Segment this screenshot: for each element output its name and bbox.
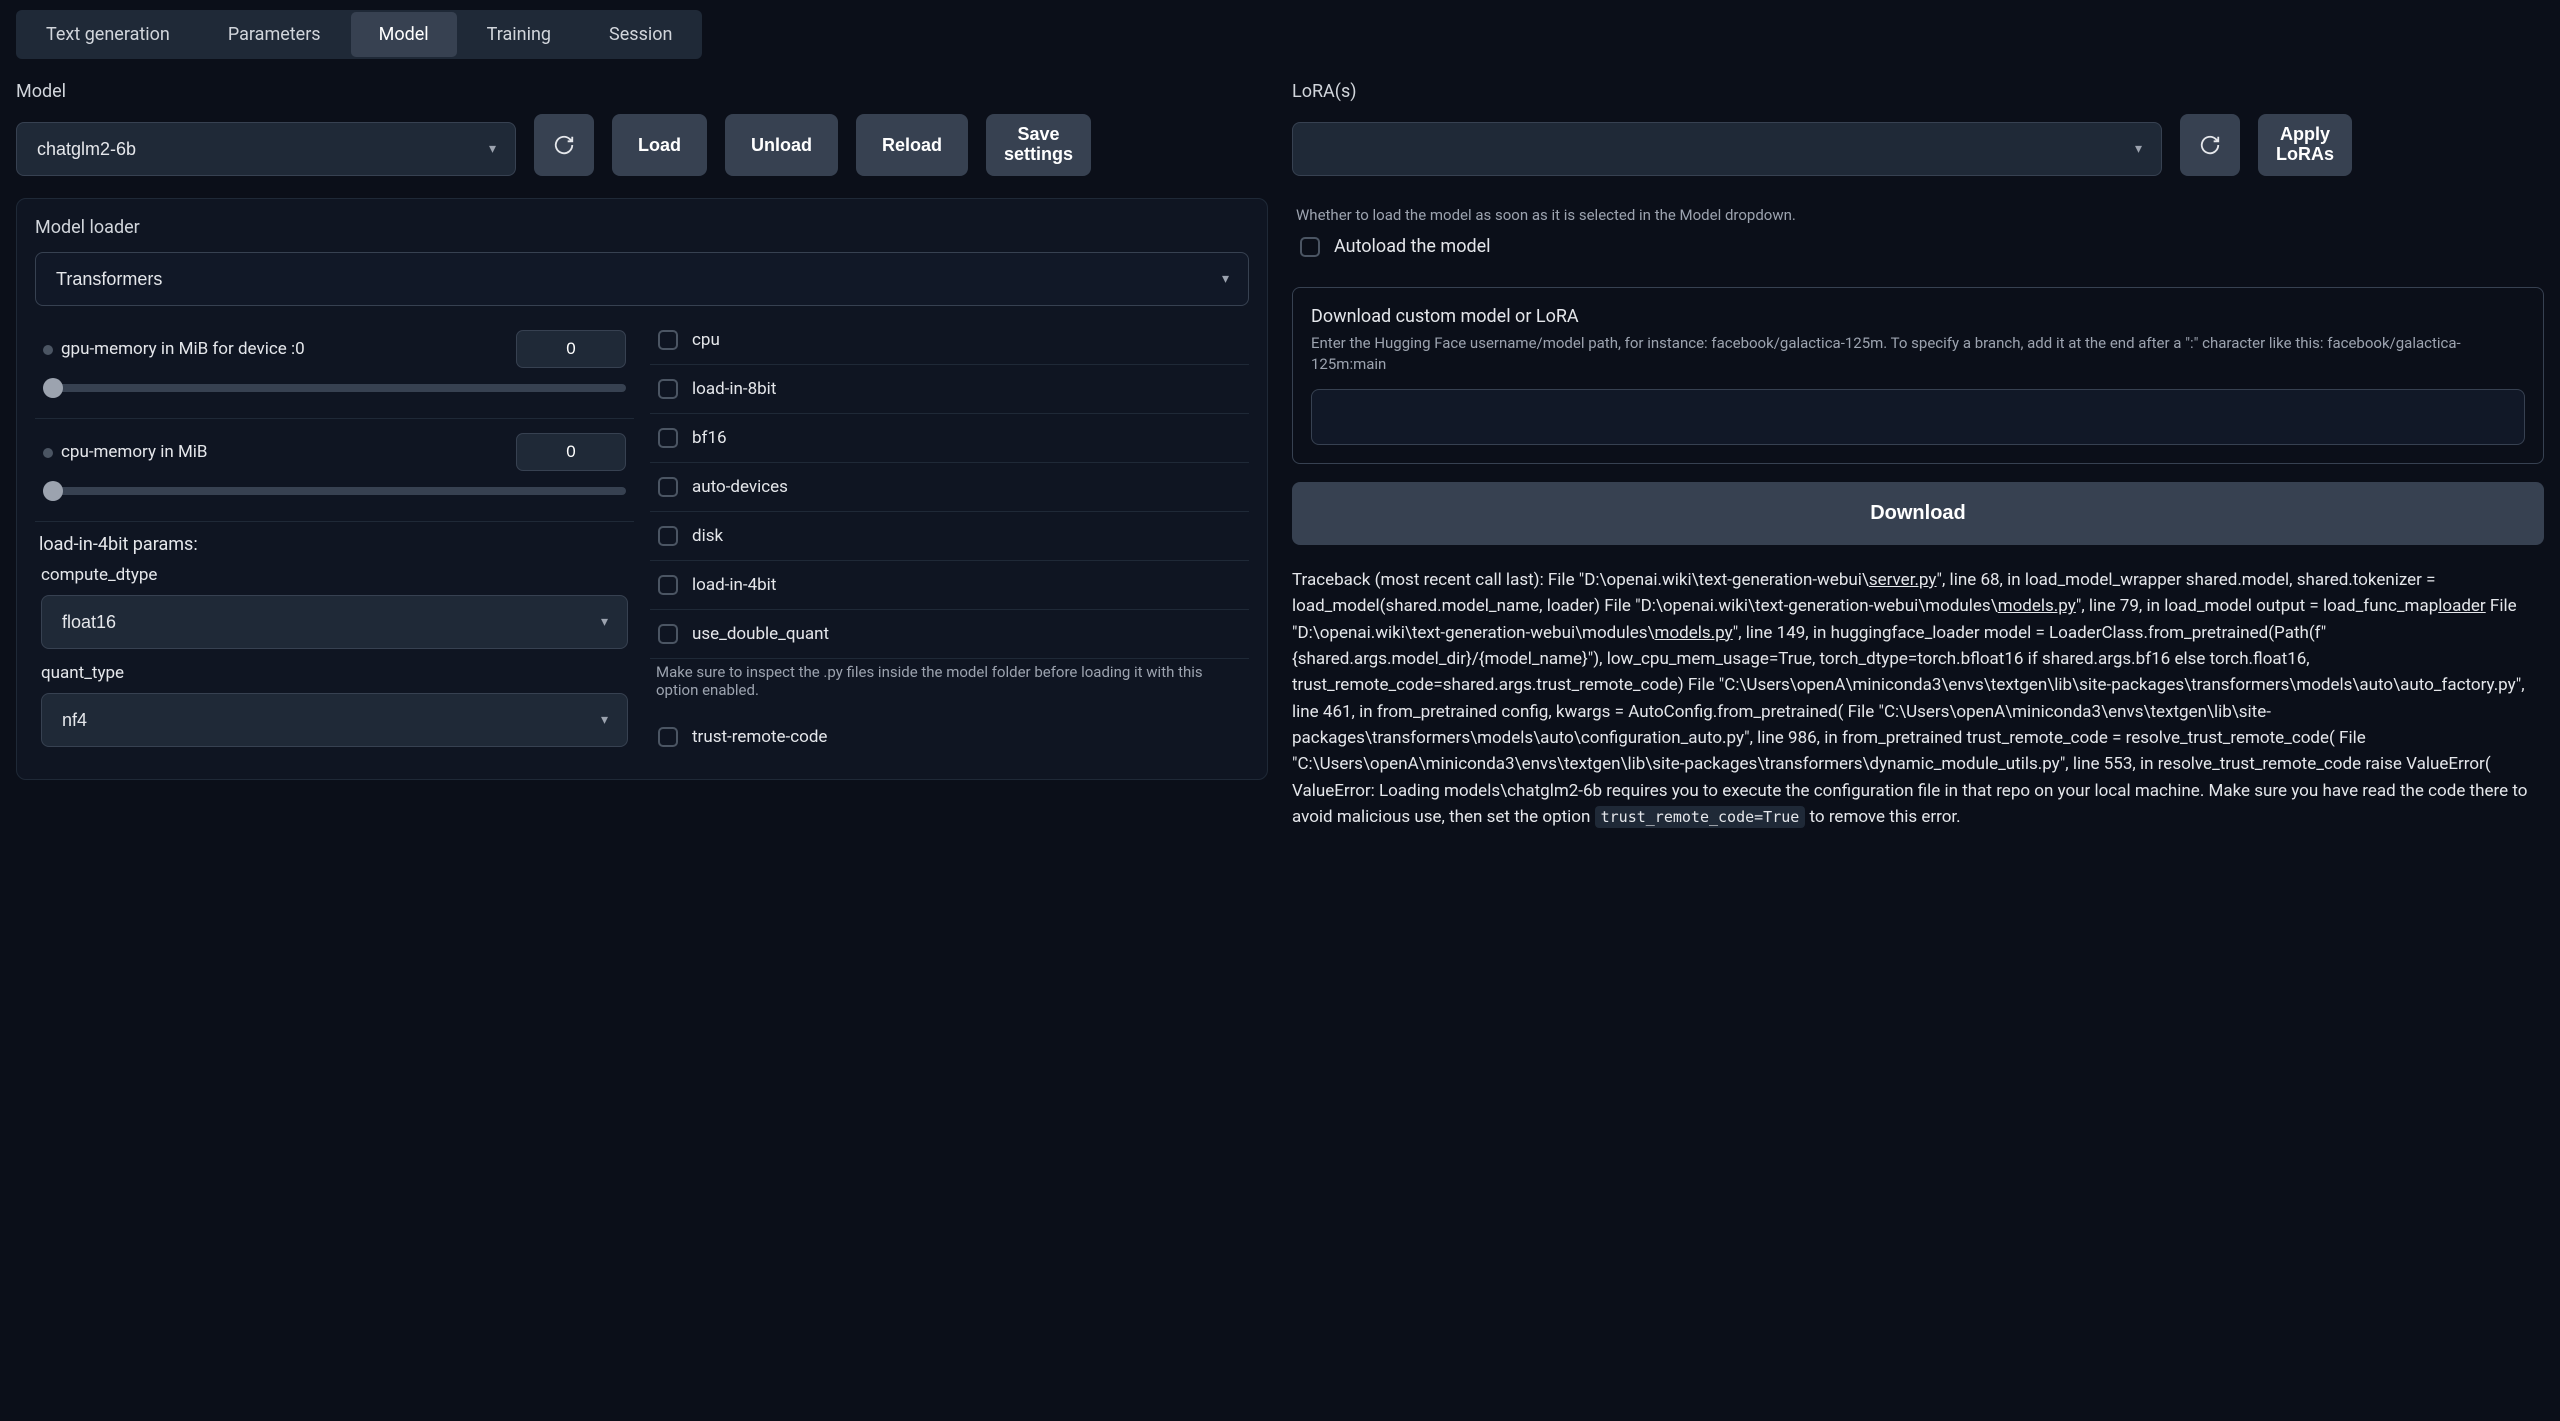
- load-in-4bit-checkbox[interactable]: [658, 575, 678, 595]
- cpu-checkbox[interactable]: [658, 330, 678, 350]
- trust-remote-code-checkbox[interactable]: [658, 727, 678, 747]
- bf16-checkbox[interactable]: [658, 428, 678, 448]
- cpu-memory-group: cpu-memory in MiB: [35, 419, 634, 522]
- cpu-memory-value[interactable]: [516, 433, 626, 471]
- load-in-8bit-label: load-in-8bit: [692, 379, 776, 399]
- model-loader-panel: Model loader Transformers gpu-memory in …: [16, 198, 1268, 780]
- gpu-memory-label: gpu-memory in MiB for device :0: [61, 339, 305, 359]
- refresh-icon: [2199, 134, 2221, 156]
- loras-label: LoRA(s): [1292, 81, 2544, 102]
- bf16-checkbox-row[interactable]: bf16: [650, 414, 1249, 463]
- model-select-wrap: chatglm2-6b: [16, 122, 516, 176]
- gpu-memory-slider[interactable]: [43, 378, 626, 398]
- gpu-memory-group: gpu-memory in MiB for device :0: [35, 316, 634, 419]
- loader-link[interactable]: loader: [2438, 596, 2485, 616]
- cpu-checkbox-row[interactable]: cpu: [650, 316, 1249, 365]
- trust-remote-code-checkbox-row[interactable]: trust-remote-code: [650, 713, 1249, 761]
- download-title: Download custom model or LoRA: [1311, 306, 2525, 327]
- trust-remote-code-inline: trust_remote_code=True: [1595, 806, 1806, 828]
- use-double-quant-checkbox[interactable]: [658, 624, 678, 644]
- cpu-memory-reset-dot[interactable]: [43, 448, 53, 458]
- load-button[interactable]: Load: [612, 114, 707, 176]
- compute-dtype-select[interactable]: float16: [41, 595, 628, 649]
- tab-text-generation[interactable]: Text generation: [18, 12, 198, 57]
- refresh-loras-button[interactable]: [2180, 114, 2240, 176]
- download-button[interactable]: Download: [1292, 482, 2544, 545]
- load-in-4bit-checkbox-row[interactable]: load-in-4bit: [650, 561, 1249, 610]
- refresh-icon: [553, 134, 575, 156]
- load-in-8bit-checkbox[interactable]: [658, 379, 678, 399]
- auto-devices-label: auto-devices: [692, 477, 788, 497]
- refresh-models-button[interactable]: [534, 114, 594, 176]
- disk-label: disk: [692, 526, 723, 546]
- bf16-label: bf16: [692, 428, 727, 448]
- server-py-link[interactable]: server.py: [1869, 570, 1937, 590]
- model-label: Model: [16, 81, 1268, 102]
- auto-devices-checkbox[interactable]: [658, 477, 678, 497]
- load-in-4bit-params-label: load-in-4bit params:: [35, 522, 634, 565]
- download-panel: Download custom model or LoRA Enter the …: [1292, 287, 2544, 464]
- model-loader-title: Model loader: [35, 217, 1249, 238]
- autoload-checkbox[interactable]: [1300, 237, 1320, 257]
- tab-training[interactable]: Training: [459, 12, 579, 57]
- cpu-memory-slider[interactable]: [43, 481, 626, 501]
- use-double-quant-checkbox-row[interactable]: use_double_quant: [650, 610, 1249, 659]
- load-in-4bit-label: load-in-4bit: [692, 575, 776, 595]
- gpu-memory-value[interactable]: [516, 330, 626, 368]
- unload-button[interactable]: Unload: [725, 114, 838, 176]
- compute-dtype-label: compute_dtype: [41, 565, 628, 585]
- reload-button[interactable]: Reload: [856, 114, 968, 176]
- traceback-output: Traceback (most recent call last): File …: [1292, 567, 2544, 830]
- tab-session[interactable]: Session: [581, 12, 700, 57]
- autoload-label: Autoload the model: [1334, 236, 1491, 257]
- disk-checkbox[interactable]: [658, 526, 678, 546]
- use-double-quant-label: use_double_quant: [692, 624, 829, 644]
- top-tabs: Text generation Parameters Model Trainin…: [16, 10, 702, 59]
- autoload-hint: Whether to load the model as soon as it …: [1296, 206, 2540, 224]
- autoload-checkbox-row[interactable]: Autoload the model: [1296, 224, 2540, 269]
- load-in-8bit-checkbox-row[interactable]: load-in-8bit: [650, 365, 1249, 414]
- loras-select[interactable]: [1292, 122, 2162, 176]
- trust-remote-code-label: trust-remote-code: [692, 727, 827, 747]
- save-settings-button[interactable]: Savesettings: [986, 114, 1091, 176]
- cpu-memory-label: cpu-memory in MiB: [61, 442, 208, 462]
- tab-model[interactable]: Model: [351, 12, 457, 57]
- gpu-memory-reset-dot[interactable]: [43, 345, 53, 355]
- quant-type-label: quant_type: [41, 663, 628, 683]
- disk-checkbox-row[interactable]: disk: [650, 512, 1249, 561]
- tab-parameters[interactable]: Parameters: [200, 12, 349, 57]
- auto-devices-checkbox-row[interactable]: auto-devices: [650, 463, 1249, 512]
- trust-remote-code-help: Make sure to inspect the .py files insid…: [650, 659, 1249, 713]
- models-py-link-1[interactable]: models.py: [1998, 596, 2076, 616]
- cpu-checkbox-label: cpu: [692, 330, 720, 350]
- quant-type-select[interactable]: nf4: [41, 693, 628, 747]
- apply-loras-button[interactable]: ApplyLoRAs: [2258, 114, 2352, 176]
- download-hint: Enter the Hugging Face username/model pa…: [1311, 333, 2525, 375]
- download-input[interactable]: [1311, 389, 2525, 445]
- models-py-link-2[interactable]: models.py: [1655, 623, 1733, 643]
- model-loader-select[interactable]: Transformers: [35, 252, 1249, 306]
- model-select[interactable]: chatglm2-6b: [16, 122, 516, 176]
